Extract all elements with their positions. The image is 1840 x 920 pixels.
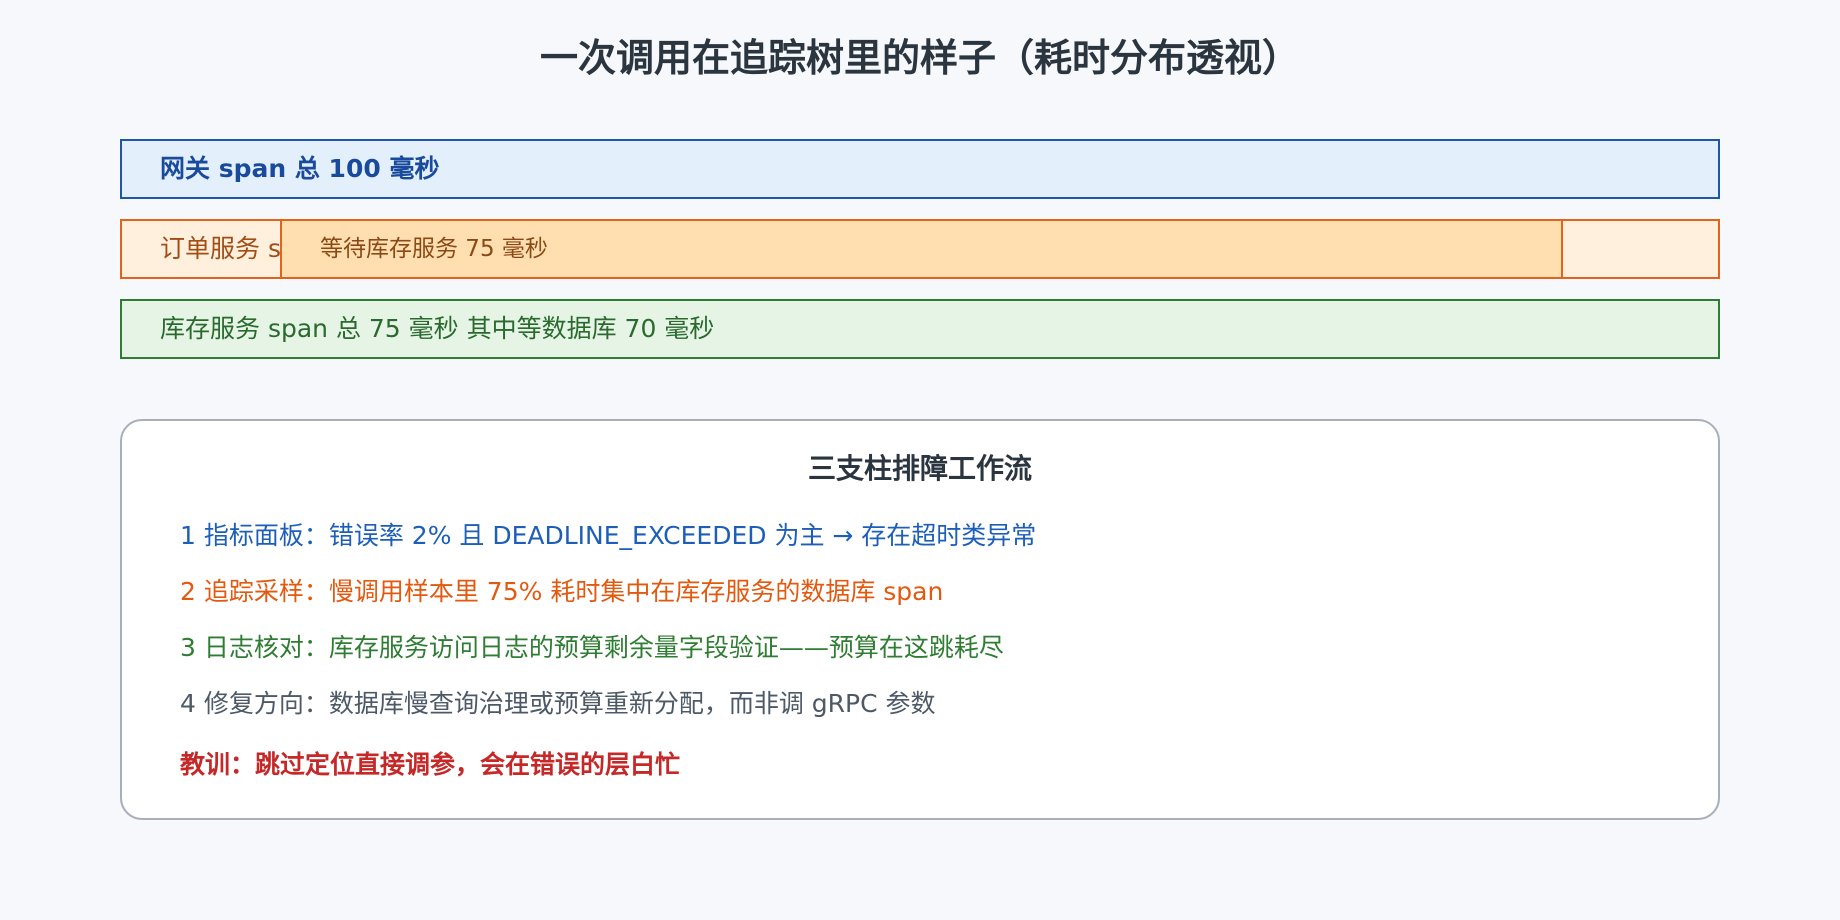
- workflow-step-4: 4 修复方向：数据库慢查询治理或预算重新分配，而非调 gRPC 参数: [180, 689, 936, 718]
- workflow-step-2: 2 追踪采样：慢调用样本里 75% 耗时集中在库存服务的数据库 span: [180, 577, 944, 606]
- wait-inventory-label: 等待库存服务 75 毫秒: [320, 236, 548, 262]
- order-service-span-label: 订单服务 s: [160, 234, 281, 263]
- workflow-step-3: 3 日志核对：库存服务访问日志的预算剩余量字段验证——预算在这跳耗尽: [180, 633, 1004, 662]
- workflow-panel: 三支柱排障工作流 1 指标面板：错误率 2% 且 DEADLINE_EXCEED…: [120, 419, 1720, 820]
- workflow-step-1: 1 指标面板：错误率 2% 且 DEADLINE_EXCEEDED 为主 → 存…: [180, 521, 1037, 550]
- page-title: 一次调用在追踪树里的样子（耗时分布透视）: [539, 36, 1300, 80]
- gateway-span-bar: 网关 span 总 100 毫秒: [120, 139, 1720, 199]
- wait-inventory-segment: 等待库存服务 75 毫秒: [280, 221, 1563, 277]
- workflow-title: 三支柱排障工作流: [807, 452, 1032, 485]
- gateway-span-label: 网关 span 总 100 毫秒: [160, 154, 440, 183]
- inventory-service-span-bar: 库存服务 span 总 75 毫秒 其中等数据库 70 毫秒: [120, 299, 1720, 359]
- lesson-text: 教训：跳过定位直接调参，会在错误的层白忙: [180, 750, 681, 779]
- inventory-service-span-label: 库存服务 span 总 75 毫秒 其中等数据库 70 毫秒: [160, 314, 715, 343]
- order-service-span-bar: 订单服务 s 等待库存服务 75 毫秒: [120, 219, 1720, 279]
